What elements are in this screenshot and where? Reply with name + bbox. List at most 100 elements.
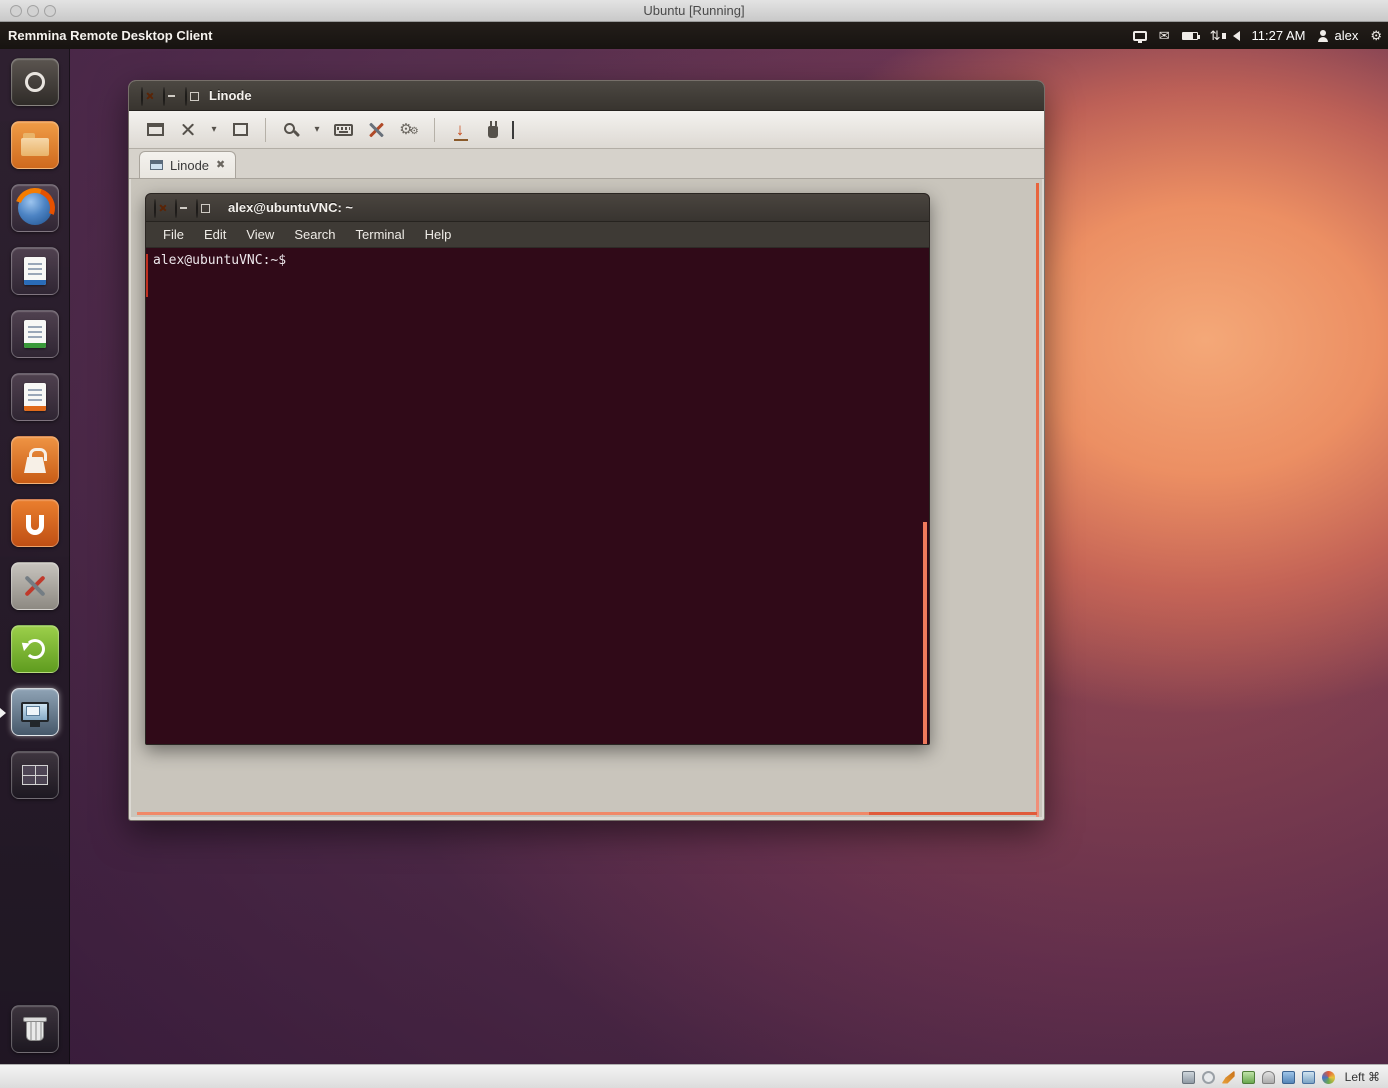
optical-status-icon[interactable] bbox=[1202, 1071, 1215, 1084]
trash-icon bbox=[26, 1021, 44, 1041]
network-status-icon[interactable] bbox=[1242, 1071, 1255, 1084]
scaled-mode-dropdown[interactable]: ▾ bbox=[207, 116, 221, 144]
desktop: Ubuntu [Running] Remmina Remote Desktop … bbox=[0, 0, 1388, 1088]
tab-label: Linode bbox=[170, 158, 209, 173]
user-icon bbox=[1317, 30, 1329, 42]
keyboard-capture-label: Left ⌘ bbox=[1345, 1070, 1380, 1084]
terminal-menubar: File Edit View Search Terminal Help bbox=[146, 222, 929, 248]
launcher-item-workspace-switcher[interactable] bbox=[11, 751, 59, 799]
text-cursor bbox=[512, 121, 514, 139]
launcher-item-dash-home[interactable] bbox=[11, 58, 59, 106]
remmina-titlebar[interactable]: Linode bbox=[129, 81, 1044, 111]
toolbar-separator bbox=[265, 118, 266, 142]
remmina-close-button[interactable] bbox=[141, 87, 143, 106]
mail-indicator-icon[interactable]: ✉ bbox=[1159, 28, 1170, 44]
launcher-item-system-settings[interactable] bbox=[11, 562, 59, 610]
remmina-minimize-button[interactable] bbox=[163, 87, 165, 106]
remmina-maximize-button[interactable] bbox=[185, 87, 187, 106]
panel-indicators: ✉ ⇅ 11:27 AM alex ⚙ bbox=[1133, 22, 1382, 49]
launcher-item-home-folder[interactable] bbox=[11, 121, 59, 169]
session-user-indicator[interactable]: alex bbox=[1317, 28, 1358, 43]
panel-app-title: Remmina Remote Desktop Client bbox=[8, 22, 212, 49]
toolbar-separator bbox=[434, 118, 435, 142]
menu-help[interactable]: Help bbox=[416, 224, 461, 245]
artifact-line-remote-bottom-dark bbox=[869, 812, 1037, 815]
duplicate-icon bbox=[237, 127, 248, 136]
plug-icon bbox=[488, 126, 498, 138]
shared-folders-status-icon[interactable] bbox=[1282, 1071, 1295, 1084]
menu-terminal[interactable]: Terminal bbox=[347, 224, 414, 245]
tools-button[interactable] bbox=[362, 116, 390, 144]
remmina-window: Linode ▾ ▾ ⚙⚙ ↓ Linode ✖ bbox=[128, 80, 1045, 821]
artifact-line-remote-right bbox=[1036, 183, 1039, 817]
software-updater-icon bbox=[25, 639, 45, 659]
launcher-item-ubuntu-one[interactable] bbox=[11, 499, 59, 547]
fullscreen-button[interactable] bbox=[141, 116, 169, 144]
duplicate-connection-button[interactable] bbox=[226, 116, 254, 144]
scaled-mode-button[interactable] bbox=[174, 116, 202, 144]
unity-launcher bbox=[0, 49, 70, 1064]
libreoffice-calc-icon bbox=[24, 320, 46, 348]
session-gear-indicator-icon[interactable]: ⚙ bbox=[1370, 28, 1382, 44]
fullscreen-icon bbox=[147, 123, 164, 136]
remmina-monitor-icon bbox=[21, 702, 49, 722]
running-app-arrow-indicator bbox=[0, 708, 6, 718]
tab-linode[interactable]: Linode ✖ bbox=[139, 151, 236, 178]
terminal-output[interactable]: alex@ubuntuVNC:~$ bbox=[146, 248, 929, 744]
menu-edit[interactable]: Edit bbox=[195, 224, 235, 245]
chevron-down-icon: ▾ bbox=[211, 124, 216, 135]
remmina-tab-bar: Linode ✖ bbox=[129, 149, 1044, 179]
preferences-button[interactable]: ⚙⚙ bbox=[395, 116, 423, 144]
terminal-titlebar[interactable]: alex@ubuntuVNC: ~ bbox=[146, 194, 929, 222]
terminal-close-button[interactable] bbox=[154, 199, 156, 218]
remote-desktop-indicator-icon[interactable] bbox=[1133, 31, 1147, 41]
vbox-status-bar: Left ⌘ bbox=[0, 1064, 1388, 1088]
screenshot-button[interactable]: ↓ bbox=[446, 116, 474, 144]
usb-status-icon[interactable] bbox=[1262, 1071, 1275, 1084]
hdd-status-icon[interactable] bbox=[1182, 1071, 1195, 1084]
menu-search[interactable]: Search bbox=[285, 224, 344, 245]
remote-desktop-viewport[interactable]: alex@ubuntuVNC: ~ File Edit View Search … bbox=[131, 179, 1042, 817]
username-label: alex bbox=[1334, 28, 1358, 43]
launcher-item-trash[interactable] bbox=[11, 1005, 59, 1053]
zoom-button[interactable] bbox=[277, 116, 305, 144]
menu-file[interactable]: File bbox=[154, 224, 193, 245]
chevron-down-icon: ▾ bbox=[314, 124, 319, 135]
terminal-maximize-button[interactable] bbox=[196, 199, 198, 218]
host-window-titlebar[interactable]: Ubuntu [Running] bbox=[0, 0, 1388, 22]
artifact-line-remote-bottom bbox=[137, 812, 869, 815]
launcher-item-libreoffice-writer[interactable] bbox=[11, 247, 59, 295]
magnifier-icon bbox=[284, 123, 295, 134]
terminal-minimize-button[interactable] bbox=[175, 199, 177, 218]
launcher-item-firefox[interactable] bbox=[11, 184, 59, 232]
ubuntu-top-panel: Remmina Remote Desktop Client ✉ ⇅ 11:27 … bbox=[0, 22, 1388, 49]
launcher-item-libreoffice-calc[interactable] bbox=[11, 310, 59, 358]
tools-icon bbox=[367, 121, 385, 139]
display-status-icon[interactable] bbox=[1302, 1071, 1315, 1084]
battery-indicator-icon[interactable] bbox=[1182, 32, 1198, 40]
launcher-item-software-center[interactable] bbox=[11, 436, 59, 484]
keyboard-grab-button[interactable] bbox=[329, 116, 357, 144]
scale-icon bbox=[181, 122, 196, 137]
gears-icon: ⚙⚙ bbox=[399, 122, 418, 137]
volume-indicator-icon[interactable] bbox=[1233, 31, 1240, 41]
video-capture-status-icon[interactable] bbox=[1222, 1071, 1235, 1084]
dash-home-icon bbox=[25, 72, 45, 92]
remmina-toolbar: ▾ ▾ ⚙⚙ ↓ bbox=[129, 111, 1044, 149]
tab-close-icon[interactable]: ✖ bbox=[216, 160, 225, 171]
terminal-window-title: alex@ubuntuVNC: ~ bbox=[228, 194, 353, 222]
mouse-integration-status-icon[interactable] bbox=[1322, 1071, 1335, 1084]
network-traffic-indicator-icon[interactable]: ⇅ bbox=[1210, 28, 1221, 44]
ubuntu-one-icon bbox=[26, 515, 44, 535]
launcher-item-libreoffice-impress[interactable] bbox=[11, 373, 59, 421]
connection-tab-icon bbox=[150, 160, 163, 170]
menu-view[interactable]: View bbox=[237, 224, 283, 245]
launcher-item-software-updater[interactable] bbox=[11, 625, 59, 673]
libreoffice-writer-icon bbox=[24, 257, 46, 285]
disconnect-button[interactable] bbox=[479, 116, 507, 144]
launcher-item-remmina[interactable] bbox=[11, 688, 59, 736]
system-settings-tools-icon bbox=[20, 571, 50, 601]
remote-terminal-window: alex@ubuntuVNC: ~ File Edit View Search … bbox=[145, 193, 930, 745]
clock-indicator[interactable]: 11:27 AM bbox=[1252, 28, 1306, 43]
zoom-dropdown[interactable]: ▾ bbox=[310, 116, 324, 144]
